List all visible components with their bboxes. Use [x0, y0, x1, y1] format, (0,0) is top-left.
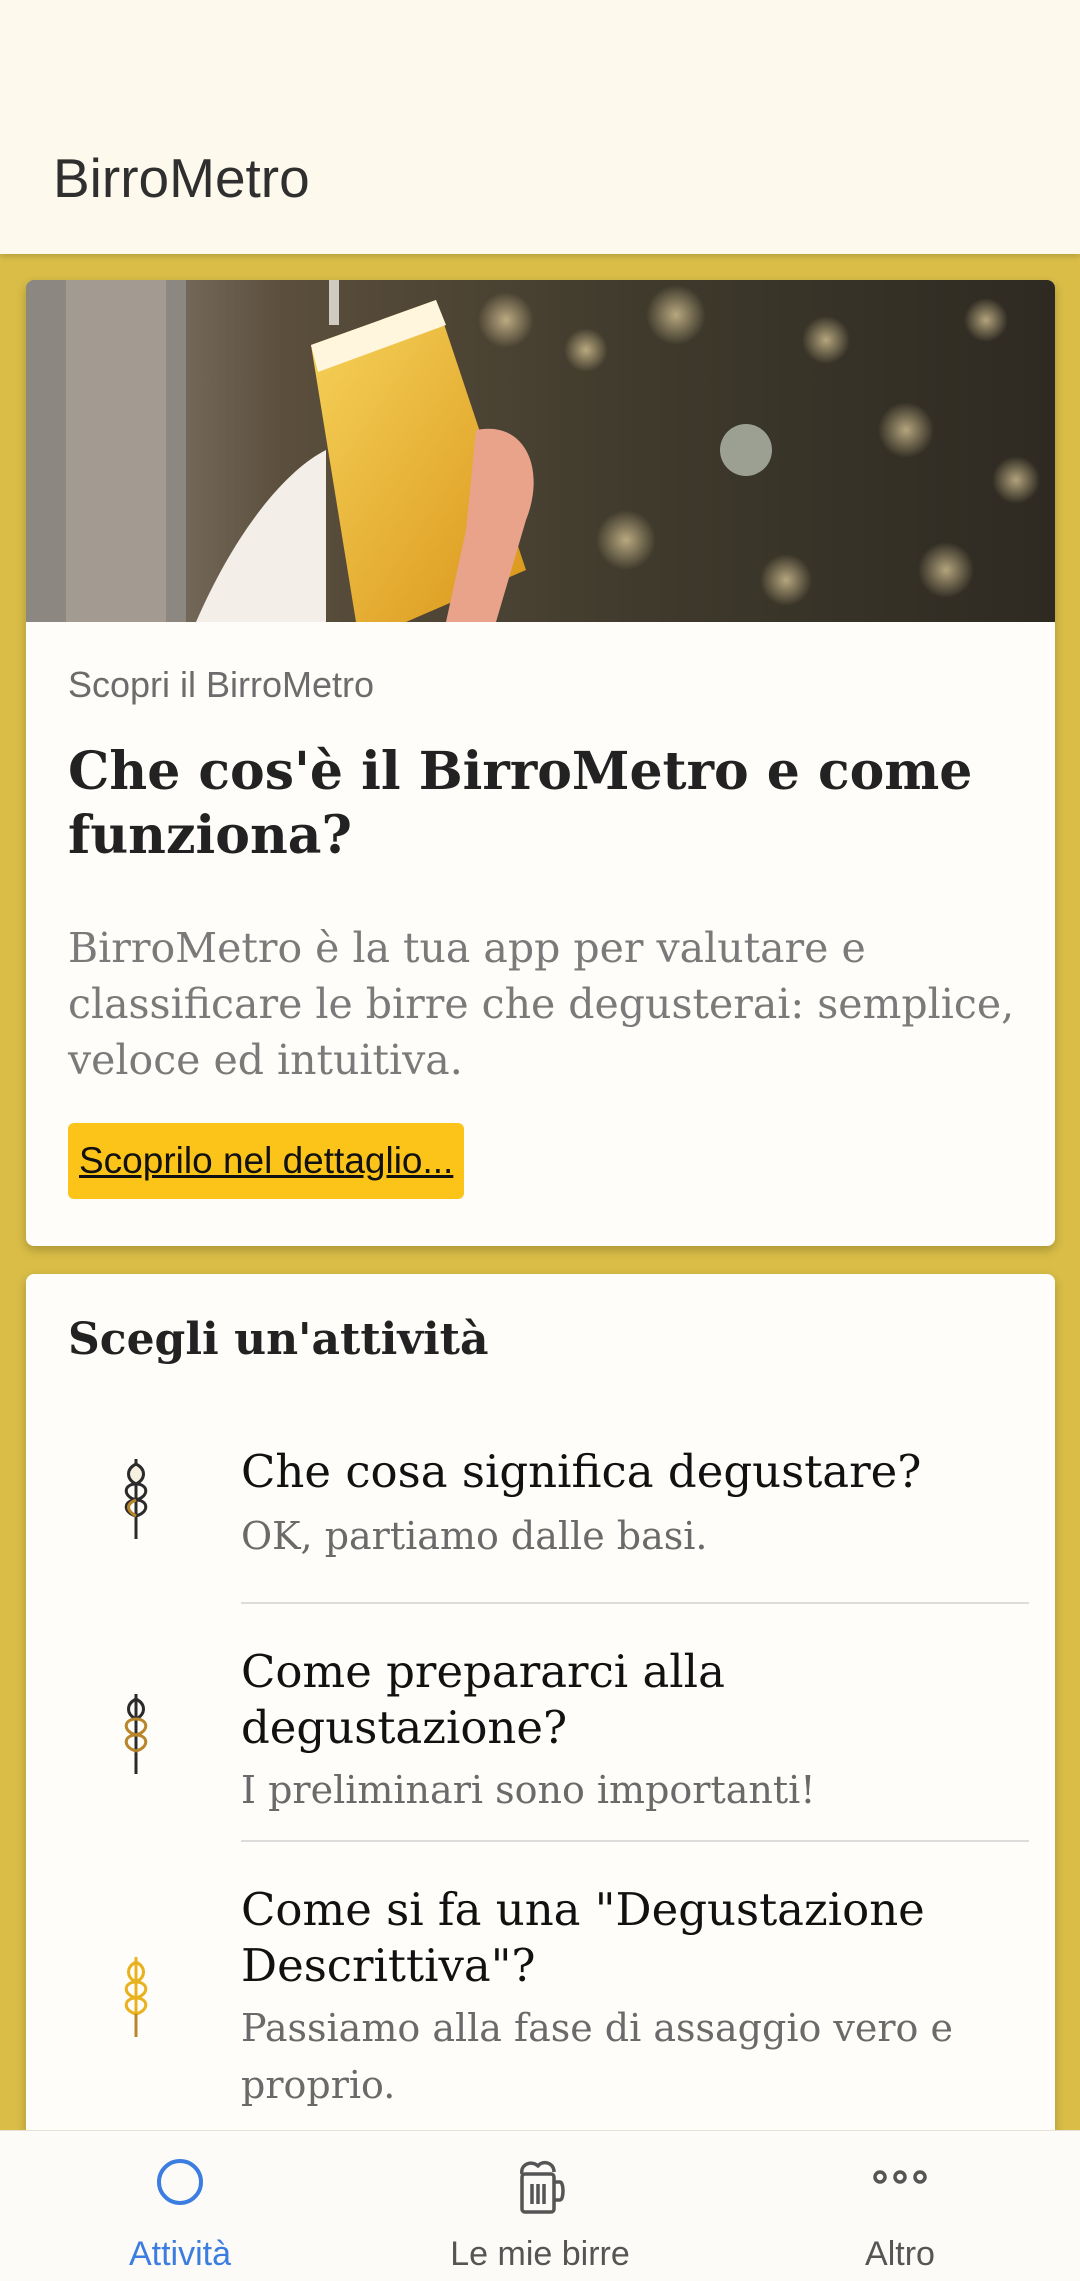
nav-label: Altro	[865, 2235, 935, 2273]
divider	[241, 1840, 1029, 1842]
nav-item-attivita[interactable]: Attività	[0, 2131, 360, 2281]
app-title: BirroMetro	[53, 147, 310, 209]
activity-title: Come prepararci alla degustazione?	[241, 1645, 725, 1754]
wheat-icon	[96, 1942, 176, 2042]
activity-subtitle: I preliminari sono importanti!	[241, 1768, 816, 1812]
wheat-icon	[96, 1679, 176, 1779]
hero-description: BirroMetro è la tua app per valutare e c…	[68, 924, 1015, 1084]
activity-subtitle: OK, partiamo dalle basi.	[241, 1514, 708, 1558]
beer-mug-icon	[512, 2156, 568, 2221]
activity-subtitle: Passiamo alla fase di assaggio vero e pr…	[241, 2006, 953, 2107]
activity-title: Come si fa una "Degustazione Descrittiva…	[241, 1883, 925, 1992]
bottom-navigation: Attività Le mie birre Altro	[0, 2130, 1080, 2281]
circle-icon	[154, 2156, 206, 2213]
wheat-icon	[96, 1444, 176, 1544]
activities-section-title: Scegli un'attività	[68, 1314, 489, 1365]
app-bar: BirroMetro	[0, 0, 1080, 254]
nav-label: Attività	[128, 2235, 232, 2273]
activities-card: Scegli un'attività Che cosa significa de…	[26, 1274, 1055, 2274]
more-dots-icon	[872, 2167, 928, 2192]
divider	[241, 1602, 1029, 1604]
nav-item-le-mie-birre[interactable]: Le mie birre	[360, 2131, 720, 2281]
hero-card[interactable]: Scopri il BirroMetro Che cos'è il BirroM…	[26, 280, 1055, 1246]
nav-label: Le mie birre	[450, 2235, 630, 2273]
hero-eyebrow: Scopri il BirroMetro	[68, 664, 375, 705]
nav-item-altro[interactable]: Altro	[720, 2131, 1080, 2281]
hero-image	[26, 280, 1055, 622]
activity-title: Che cosa significa degustare?	[241, 1445, 922, 1498]
hero-headline: Che cos'è il BirroMetro e come funziona?	[68, 741, 973, 866]
discover-details-button[interactable]: Scoprilo nel dettaglio...	[68, 1123, 465, 1199]
